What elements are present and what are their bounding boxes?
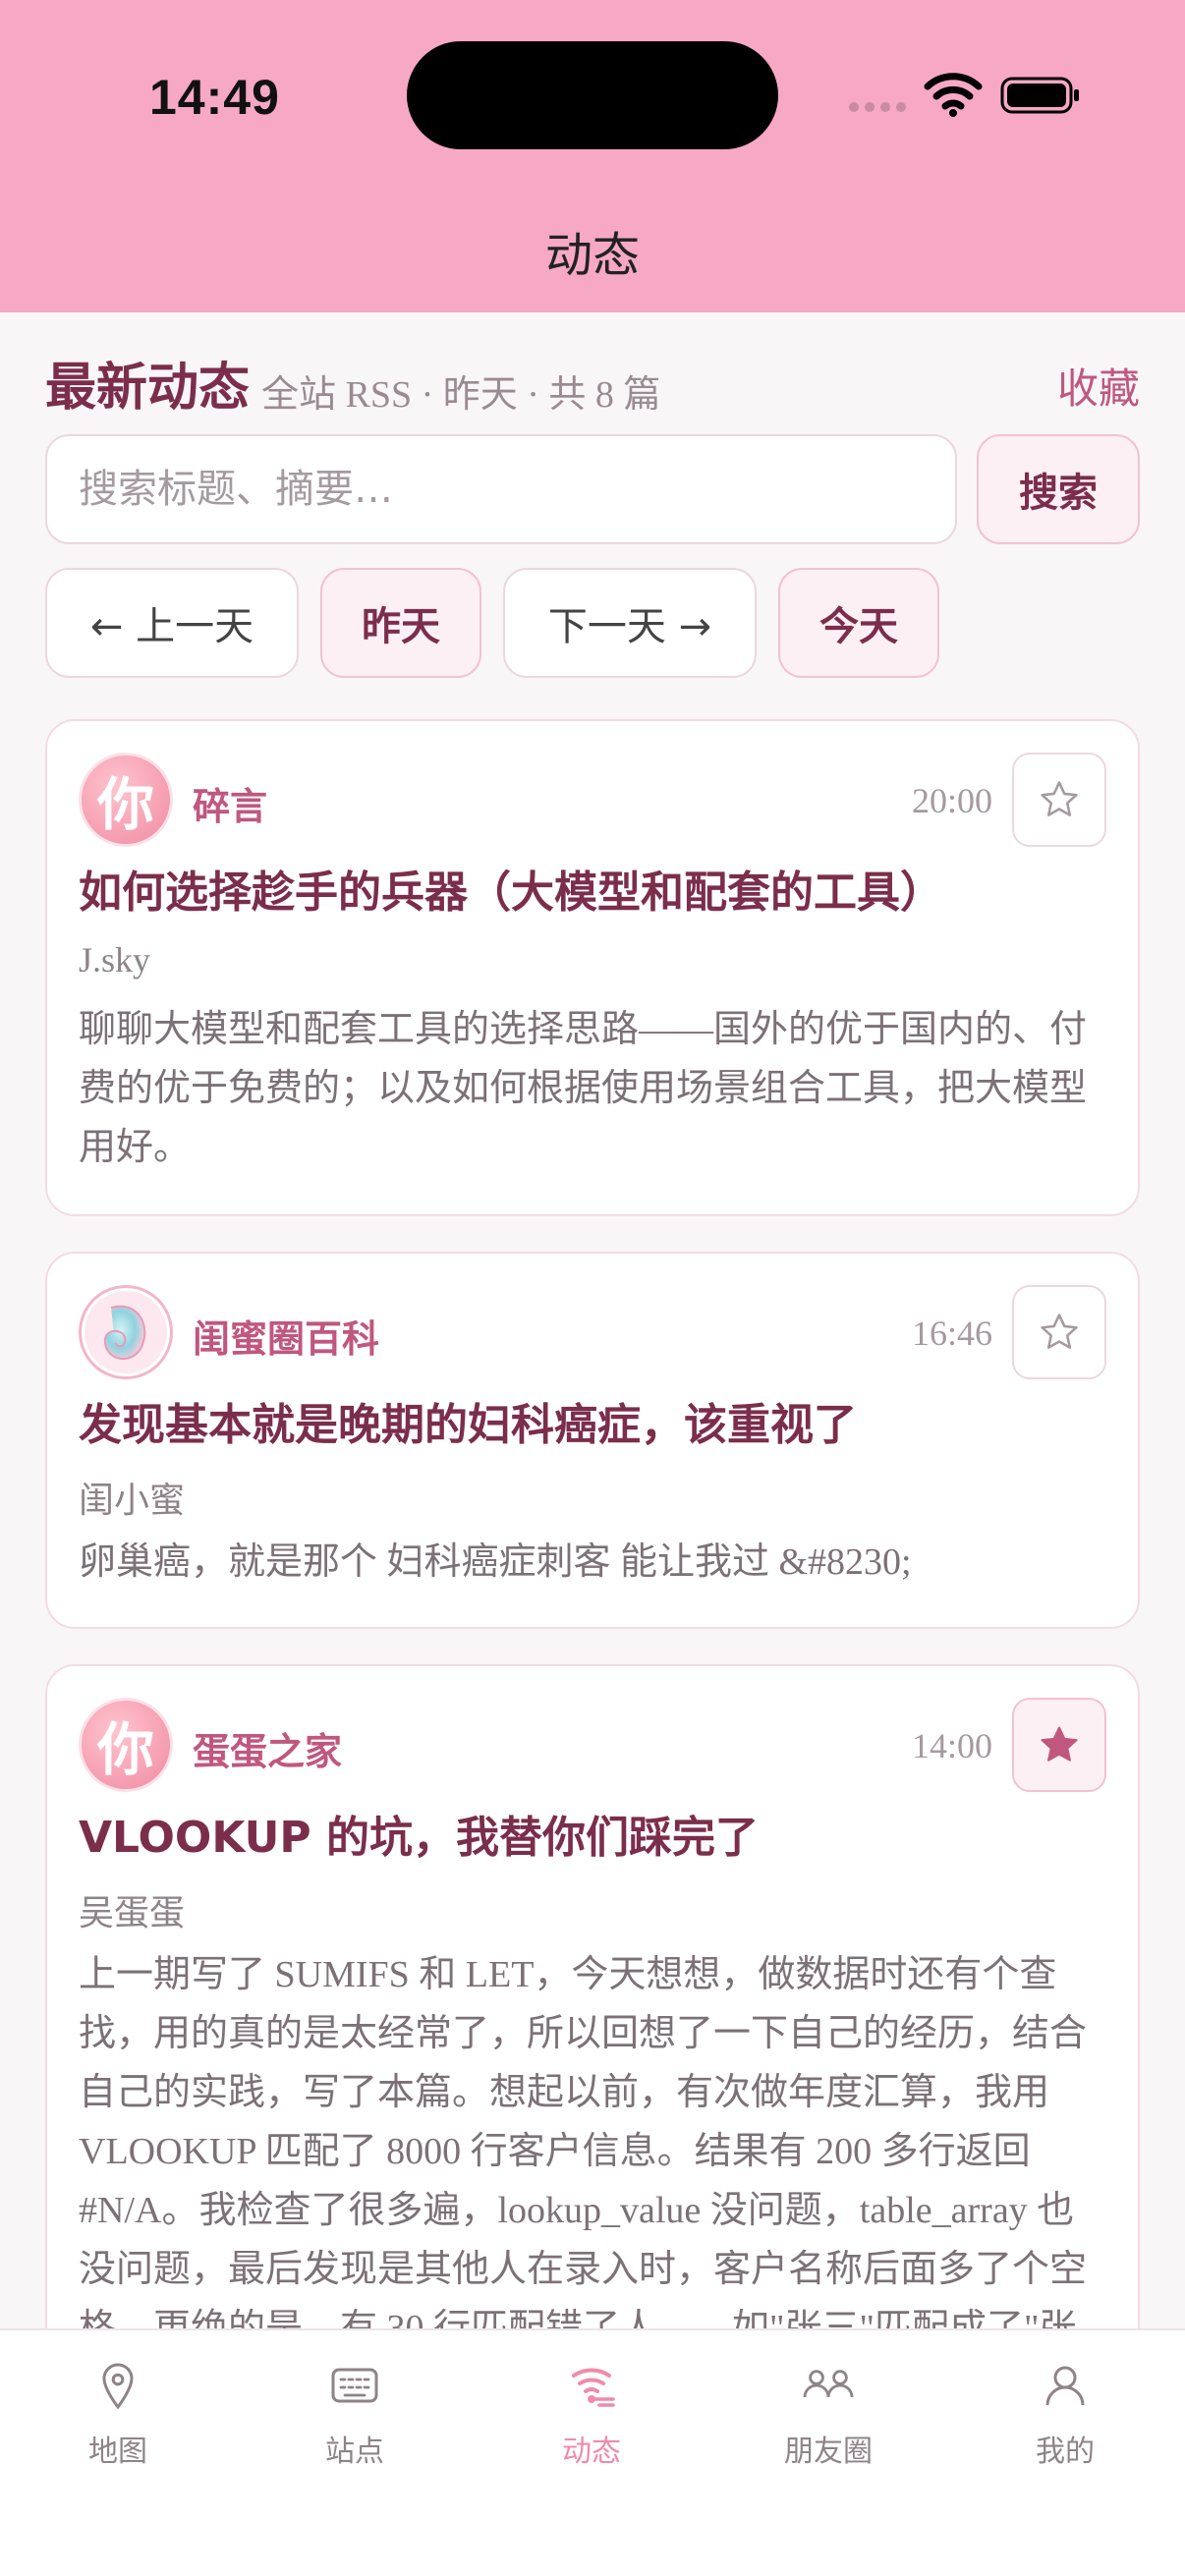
post-title[interactable]: 发现基本就是晚期的妇科癌症，该重视了 bbox=[79, 1397, 1106, 1453]
post-card[interactable]: 闺蜜圈百科 16:46 发现基本就是晚期的妇科癌症，该重视了 闺小蜜 卵巢癌，就… bbox=[45, 1252, 1140, 1629]
section-subtitle: 全站 RSS · 昨天 · 共 8 篇 bbox=[261, 374, 661, 416]
favorites-link[interactable]: 收藏 bbox=[1057, 356, 1140, 416]
post-source[interactable]: 蛋蛋之家 bbox=[193, 1721, 342, 1775]
post-card[interactable]: 你 蛋蛋之家 14:00 VLOOKUP 的坑，我替你们踩完了 吴蛋蛋 上一期写… bbox=[45, 1664, 1140, 2411]
header: 14:49 动态 bbox=[0, 0, 1185, 312]
wifi-icon bbox=[924, 73, 983, 117]
post-title[interactable]: VLOOKUP 的坑，我替你们踩完了 bbox=[79, 1810, 1106, 1866]
next-day-button[interactable]: 下一天 → bbox=[503, 568, 757, 678]
rss-icon bbox=[572, 2368, 615, 2407]
star-outline-icon bbox=[1041, 1314, 1078, 1349]
page-title: 动态 bbox=[544, 228, 640, 283]
star-outline-icon bbox=[1041, 781, 1078, 816]
tab-label: 朋友圈 bbox=[784, 2435, 873, 2469]
post-title[interactable]: 如何选择趁手的兵器（大模型和配套的工具） bbox=[79, 865, 1106, 921]
keyboard-icon bbox=[331, 2368, 378, 2403]
tab-feed[interactable]: 动态 bbox=[493, 2360, 690, 2470]
tab-moments[interactable]: 朋友圈 bbox=[730, 2360, 927, 2470]
favorite-button[interactable] bbox=[1012, 753, 1106, 847]
post-summary: 聊聊大模型和配套工具的选择思路——国外的优于国内的、付费的优于免费的；以及如何根… bbox=[79, 1009, 1088, 1168]
search-input[interactable] bbox=[45, 434, 957, 544]
post-author: 吴蛋蛋 bbox=[79, 1893, 186, 1932]
post-time: 14:00 bbox=[911, 1726, 992, 1765]
favorite-button[interactable] bbox=[1012, 1285, 1106, 1379]
dynamic-island bbox=[407, 41, 778, 149]
person-icon bbox=[1045, 2366, 1085, 2406]
today-button[interactable]: 今天 bbox=[778, 568, 939, 678]
tab-bar: 地图 站点 动态 朋友圈 我的 bbox=[0, 2328, 1185, 2576]
prev-day-button[interactable]: ← 上一天 bbox=[45, 568, 299, 678]
star-filled-icon bbox=[1041, 1726, 1078, 1762]
source-avatar: 你 bbox=[79, 753, 173, 847]
tab-sites[interactable]: 站点 bbox=[256, 2360, 453, 2470]
tab-label: 站点 bbox=[325, 2435, 384, 2469]
post-card[interactable]: 你 碎言 20:00 如何选择趁手的兵器（大模型和配套的工具） J.sky 聊聊… bbox=[45, 719, 1140, 1216]
post-author: J.sky bbox=[79, 940, 151, 980]
source-avatar bbox=[79, 1285, 173, 1379]
people-icon bbox=[803, 2370, 854, 2398]
post-time: 20:00 bbox=[911, 781, 992, 820]
tab-map[interactable]: 地图 bbox=[20, 2360, 216, 2470]
post-author: 闺小蜜 bbox=[79, 1481, 186, 1520]
avatar-image bbox=[85, 1291, 167, 1373]
tab-profile[interactable]: 我的 bbox=[967, 2360, 1163, 2470]
post-source[interactable]: 碎言 bbox=[193, 776, 267, 830]
tab-label: 动态 bbox=[562, 2435, 621, 2469]
source-avatar: 你 bbox=[79, 1698, 173, 1792]
cellular-signal-icon bbox=[849, 102, 906, 112]
post-summary: 上一期写了 SUMIFS 和 LET，今天想想，做数据时还有个查找，用的真的是太… bbox=[79, 1954, 1088, 2349]
status-time: 14:49 bbox=[149, 70, 280, 125]
yesterday-button[interactable]: 昨天 bbox=[320, 568, 481, 678]
tab-label: 地图 bbox=[88, 2435, 147, 2469]
app-screen: 14:49 动态 最新动态 全站 RSS · 昨天 · 共 8 篇 收藏 搜索 … bbox=[0, 0, 1185, 2576]
favorite-button[interactable] bbox=[1012, 1698, 1106, 1792]
post-summary: 卵巢癌，就是那个 妇科癌症刺客 能让我过 &#8230; bbox=[79, 1541, 912, 1583]
tab-label: 我的 bbox=[1036, 2435, 1095, 2469]
section-title: 最新动态 bbox=[45, 359, 251, 418]
post-time: 16:46 bbox=[911, 1314, 992, 1353]
search-button[interactable]: 搜索 bbox=[977, 434, 1140, 544]
map-pin-icon bbox=[102, 2363, 134, 2410]
post-source[interactable]: 闺蜜圈百科 bbox=[193, 1309, 379, 1363]
battery-icon bbox=[1000, 77, 1079, 114]
